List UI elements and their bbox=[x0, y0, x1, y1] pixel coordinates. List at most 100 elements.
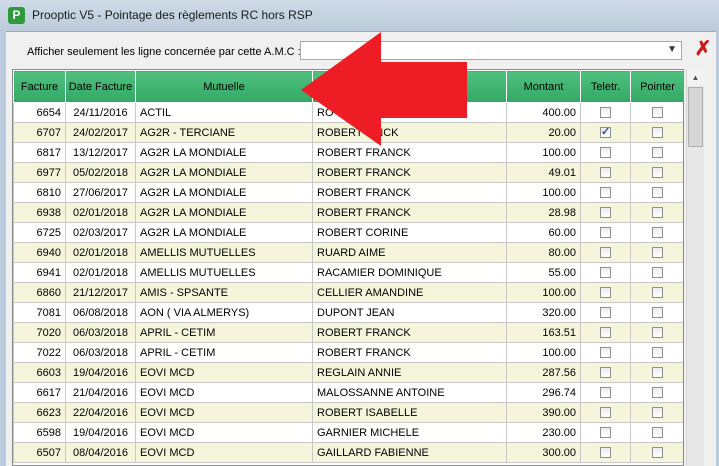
table-row[interactable]: 7020 06/03/2018 APRIL - CETIM ROBERT FRANCK… bbox=[13, 322, 683, 343]
pointer-checkbox[interactable] bbox=[652, 347, 663, 359]
cell-teletr bbox=[580, 262, 631, 283]
red-arrow-annotation-icon bbox=[301, 32, 467, 146]
cell-pointer bbox=[630, 122, 683, 143]
pointer-checkbox[interactable] bbox=[652, 307, 663, 319]
cell-date: 22/04/2016 bbox=[65, 402, 136, 423]
vertical-scrollbar[interactable]: ▲ bbox=[686, 69, 704, 466]
table-row[interactable]: 6507 08/04/2016 EOVI MCD GAILLARD FABIENNE 3… bbox=[13, 442, 683, 463]
pointer-checkbox[interactable] bbox=[652, 427, 663, 439]
pointer-checkbox[interactable] bbox=[652, 327, 663, 339]
table-row[interactable]: 6725 02/03/2017 AG2R LA MONDIALE ROBERT COR… bbox=[13, 222, 683, 243]
pointer-checkbox[interactable] bbox=[652, 367, 663, 379]
scrollbar-thumb[interactable] bbox=[688, 87, 703, 147]
cell-montant: 320.00 bbox=[506, 302, 581, 323]
table-row[interactable]: 6617 21/04/2016 EOVI MCD MALOSSANNE ANTOINE… bbox=[13, 382, 683, 403]
cell-date: 19/04/2016 bbox=[65, 362, 136, 383]
cell-date: 02/01/2018 bbox=[65, 202, 136, 223]
column-header-date[interactable]: Date Facture bbox=[65, 70, 136, 103]
cell-teletr bbox=[580, 402, 631, 423]
cell-mutuelle: AG2R - TERCIANE bbox=[135, 122, 313, 143]
pointer-checkbox[interactable] bbox=[652, 127, 663, 139]
cell-mutuelle: EOVI MCD bbox=[135, 402, 313, 423]
column-header-teletr[interactable]: Teletr. bbox=[580, 70, 631, 103]
teletr-checkbox[interactable] bbox=[600, 187, 611, 199]
chevron-down-icon[interactable]: ▼ bbox=[667, 44, 677, 55]
pointer-checkbox[interactable] bbox=[652, 267, 663, 279]
teletr-checkbox[interactable] bbox=[600, 147, 611, 159]
cell-pointer bbox=[630, 242, 683, 263]
cell-patient: GAILLARD FABIENNE bbox=[312, 442, 507, 463]
cell-mutuelle: ACTIL bbox=[135, 102, 313, 123]
clear-filter-icon[interactable]: ✗ bbox=[693, 39, 713, 59]
pointer-checkbox[interactable] bbox=[652, 147, 663, 159]
teletr-checkbox[interactable] bbox=[600, 287, 611, 299]
teletr-checkbox[interactable] bbox=[600, 247, 611, 259]
teletr-checkbox[interactable] bbox=[600, 327, 611, 339]
pointer-checkbox[interactable] bbox=[652, 407, 663, 419]
pointer-checkbox[interactable] bbox=[652, 167, 663, 179]
pointer-checkbox[interactable] bbox=[652, 207, 663, 219]
teletr-checkbox[interactable] bbox=[600, 107, 611, 119]
table-row[interactable]: 6598 19/04/2016 EOVI MCD GARNIER MICHELE 230… bbox=[13, 422, 683, 443]
table-row[interactable]: 6603 19/04/2016 EOVI MCD REGLAIN ANNIE 287.5… bbox=[13, 362, 683, 383]
cell-date: 06/08/2018 bbox=[65, 302, 136, 323]
pointer-checkbox[interactable] bbox=[652, 287, 663, 299]
cell-montant: 28.98 bbox=[506, 202, 581, 223]
teletr-checkbox[interactable] bbox=[600, 167, 611, 179]
cell-montant: 60.00 bbox=[506, 222, 581, 243]
cell-facture: 6860 bbox=[13, 282, 66, 303]
teletr-checkbox[interactable] bbox=[600, 387, 611, 399]
teletr-checkbox[interactable] bbox=[600, 307, 611, 319]
column-header-mutuelle[interactable]: Mutuelle bbox=[135, 70, 313, 103]
cell-patient: CELLIER AMANDINE bbox=[312, 282, 507, 303]
cell-facture: 6598 bbox=[13, 422, 66, 443]
column-header-montant[interactable]: Montant bbox=[506, 70, 581, 103]
window-frame-left bbox=[0, 31, 6, 466]
pointer-checkbox[interactable] bbox=[652, 107, 663, 119]
cell-date: 06/03/2018 bbox=[65, 342, 136, 363]
teletr-checkbox[interactable] bbox=[600, 125, 611, 139]
pointer-checkbox[interactable] bbox=[652, 447, 663, 459]
pointer-checkbox[interactable] bbox=[652, 387, 663, 399]
cell-facture: 6941 bbox=[13, 262, 66, 283]
pointer-checkbox[interactable] bbox=[652, 247, 663, 259]
cell-mutuelle: EOVI MCD bbox=[135, 422, 313, 443]
cell-montant: 100.00 bbox=[506, 142, 581, 163]
cell-montant: 100.00 bbox=[506, 182, 581, 203]
table-row[interactable]: 6623 22/04/2016 EOVI MCD ROBERT ISABELLE 390… bbox=[13, 402, 683, 423]
teletr-checkbox[interactable] bbox=[600, 267, 611, 279]
pointer-checkbox[interactable] bbox=[652, 187, 663, 199]
teletr-checkbox[interactable] bbox=[600, 347, 611, 359]
teletr-checkbox[interactable] bbox=[600, 367, 611, 379]
cell-mutuelle: AMELLIS MUTUELLES bbox=[135, 242, 313, 263]
cell-date: 24/11/2016 bbox=[65, 102, 136, 123]
teletr-checkbox[interactable] bbox=[600, 407, 611, 419]
cell-facture: 6938 bbox=[13, 202, 66, 223]
table-row[interactable]: 6860 21/12/2017 AMIS - SPSANTE CELLIER AMAN… bbox=[13, 282, 683, 303]
column-header-pointer[interactable]: Pointer bbox=[630, 70, 683, 103]
cell-mutuelle: AMELLIS MUTUELLES bbox=[135, 262, 313, 283]
teletr-checkbox[interactable] bbox=[600, 427, 611, 439]
column-header-facture[interactable]: Facture bbox=[13, 70, 66, 103]
table-row[interactable]: 6810 27/06/2017 AG2R LA MONDIALE ROBERT FRA… bbox=[13, 182, 683, 203]
cell-teletr bbox=[580, 202, 631, 223]
table-row[interactable]: 7081 06/08/2018 AON ( VIA ALMERYS) DUPONT J… bbox=[13, 302, 683, 323]
cell-facture: 7081 bbox=[13, 302, 66, 323]
cell-patient: DUPONT JEAN bbox=[312, 302, 507, 323]
cell-pointer bbox=[630, 442, 683, 463]
cell-facture: 7020 bbox=[13, 322, 66, 343]
table-row[interactable]: 6941 02/01/2018 AMELLIS MUTUELLES RACAMIER … bbox=[13, 262, 683, 283]
cell-montant: 163.51 bbox=[506, 322, 581, 343]
teletr-checkbox[interactable] bbox=[600, 447, 611, 459]
cell-teletr bbox=[580, 222, 631, 243]
scroll-up-icon[interactable]: ▲ bbox=[687, 69, 704, 86]
table-row[interactable]: 6940 02/01/2018 AMELLIS MUTUELLES RUARD AIM… bbox=[13, 242, 683, 263]
cell-montant: 100.00 bbox=[506, 342, 581, 363]
pointer-checkbox[interactable] bbox=[652, 227, 663, 239]
cell-montant: 20.00 bbox=[506, 122, 581, 143]
teletr-checkbox[interactable] bbox=[600, 207, 611, 219]
teletr-checkbox[interactable] bbox=[600, 227, 611, 239]
table-row[interactable]: 6977 05/02/2018 AG2R LA MONDIALE ROBERT FRA… bbox=[13, 162, 683, 183]
table-row[interactable]: 6938 02/01/2018 AG2R LA MONDIALE ROBERT FRA… bbox=[13, 202, 683, 223]
table-row[interactable]: 7022 06/03/2018 APRIL - CETIM ROBERT FRANCK… bbox=[13, 342, 683, 363]
